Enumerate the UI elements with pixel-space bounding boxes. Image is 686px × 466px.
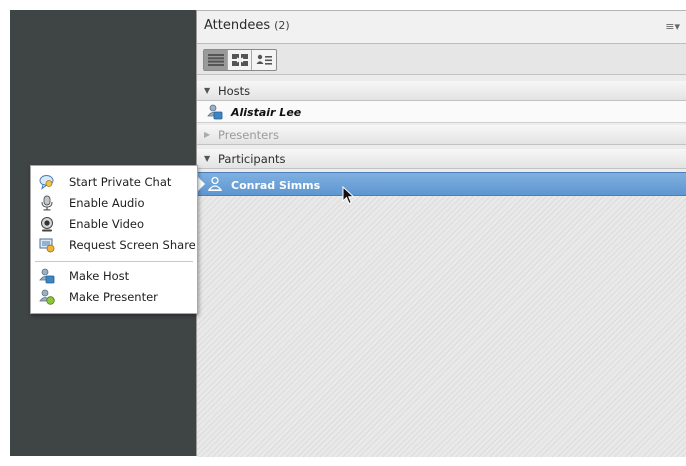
pod-options-menu-icon[interactable]: ≡▾	[665, 20, 680, 33]
menu-item-label: Make Presenter	[69, 290, 158, 304]
host-user-icon	[207, 104, 223, 120]
menu-item-label: Enable Video	[69, 217, 145, 231]
list-view-icon	[207, 54, 224, 66]
host-user-icon	[39, 268, 55, 284]
chat-bubble-icon	[39, 175, 54, 190]
pod-title: Attendees (2)	[204, 18, 290, 33]
presenter-user-icon	[39, 289, 55, 305]
screen-share-icon	[39, 238, 55, 253]
menu-item-make-presenter[interactable]: Make Presenter	[31, 286, 197, 307]
status-view-button[interactable]	[252, 50, 276, 70]
list-view-button[interactable]	[204, 50, 228, 70]
webcam-icon	[41, 217, 53, 232]
view-toggle-group	[203, 49, 277, 71]
attendee-count: (2)	[274, 19, 290, 32]
hosts-section-header[interactable]: ▼ Hosts	[197, 81, 686, 101]
menu-separator	[35, 261, 193, 262]
menu-item-label: Enable Audio	[69, 196, 145, 210]
context-menu-pointer	[197, 176, 205, 192]
participants-section-label: Participants	[218, 152, 286, 166]
status-view-icon	[256, 54, 272, 65]
participant-user-icon	[207, 176, 223, 191]
menu-item-request-screen-share[interactable]: Request Screen Share	[31, 234, 197, 255]
menu-item-label: Start Private Chat	[69, 175, 172, 189]
menu-item-make-host[interactable]: Make Host	[31, 265, 197, 286]
empty-list-area	[197, 196, 686, 457]
pod-title-text: Attendees	[204, 18, 271, 33]
expanded-triangle-icon: ▼	[204, 86, 211, 95]
hosts-section-label: Hosts	[218, 84, 251, 98]
mouse-cursor-icon	[342, 186, 355, 205]
participant-context-menu: Start Private Chat Enable Audio Enable V…	[30, 165, 198, 314]
participant-name: Conrad Simms	[231, 179, 321, 192]
presenters-section-header[interactable]: ▶ Presenters	[197, 125, 686, 145]
presenters-section-label: Presenters	[218, 128, 279, 142]
host-row-alistair-lee[interactable]: Alistair Lee	[197, 101, 686, 123]
grid-view-icon	[231, 54, 248, 66]
menu-item-label: Request Screen Share	[69, 238, 196, 252]
grid-view-button[interactable]	[228, 50, 252, 70]
participant-row-conrad-simms[interactable]: Conrad Simms	[197, 172, 686, 196]
host-name: Alistair Lee	[231, 106, 302, 119]
menu-item-start-private-chat[interactable]: Start Private Chat	[31, 171, 197, 192]
menu-item-enable-audio[interactable]: Enable Audio	[31, 192, 197, 213]
collapsed-triangle-icon: ▶	[204, 130, 211, 139]
attendees-pod: Attendees (2) ≡▾ ▼ Hosts Alistair Lee ▶ …	[196, 10, 686, 457]
participants-section-header[interactable]: ▼ Participants	[197, 149, 686, 169]
menu-item-enable-video[interactable]: Enable Video	[31, 213, 197, 234]
menu-item-label: Make Host	[69, 269, 130, 283]
view-toolbar	[197, 44, 686, 75]
microphone-icon	[41, 195, 53, 211]
pod-header: Attendees (2) ≡▾	[197, 11, 686, 44]
expanded-triangle-icon: ▼	[204, 154, 211, 163]
